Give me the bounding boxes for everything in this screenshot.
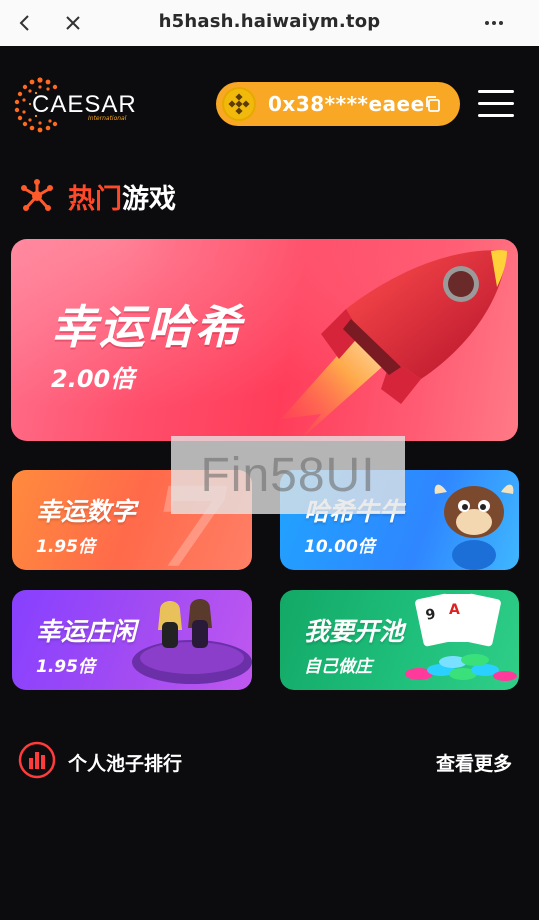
wallet-address-button[interactable]: 0x38****eaee	[216, 82, 460, 126]
bar-chart-icon	[18, 741, 56, 779]
game-multiplier: 1.95倍	[36, 657, 95, 677]
game-name: 我要开池	[304, 617, 405, 646]
hero-game-name: 幸运哈希	[51, 300, 243, 354]
url-text: h5hash.haiwaiym.top	[158, 11, 381, 32]
bnb-coin-icon	[222, 87, 256, 121]
game-card-open-pool[interactable]: 9 A 我要开池 自己做庄	[280, 590, 519, 690]
menu-icon[interactable]	[478, 88, 514, 120]
game-multiplier: 10.00倍	[304, 537, 375, 557]
hot-games-title: 热门 游戏	[18, 176, 176, 216]
game-card-lucky-banker[interactable]: 幸运庄闲 1.95倍	[12, 590, 252, 690]
view-more-link[interactable]: 查看更多	[436, 749, 512, 776]
game-name: 幸运数字	[36, 497, 137, 526]
title-hot: 热门	[68, 183, 122, 215]
rocket-icon	[281, 250, 507, 439]
bull-mascot-icon	[434, 484, 514, 570]
more-options-icon[interactable]	[479, 8, 509, 38]
game-card-lucky-hash[interactable]: 幸运哈希 2.00倍	[11, 239, 518, 441]
molecule-icon	[21, 179, 53, 211]
watermark: Fin58UI	[171, 436, 405, 514]
logo-subtext: International	[88, 115, 127, 122]
copy-icon[interactable]	[424, 95, 442, 113]
pool-ranking-row: 个人池子排行 查看更多	[18, 741, 518, 779]
hero-game-multiplier: 2.00倍	[51, 365, 135, 393]
caesar-logo[interactable]: CAESAR International	[10, 74, 140, 134]
browser-bar: h5hash.haiwaiym.top	[0, 0, 539, 46]
ranking-label: 个人池子排行	[68, 753, 183, 775]
app-header: CAESAR International 0x38****eaee	[0, 46, 539, 156]
game-subtitle: 自己做庄	[304, 657, 372, 677]
wallet-address-text: 0x38****eaee	[268, 92, 425, 116]
watermark-text: Fin58UI	[200, 448, 376, 502]
game-name: 幸运庄闲	[36, 617, 137, 646]
svg-text:A: A	[449, 602, 460, 618]
dealer-table-icon	[132, 599, 252, 684]
game-multiplier: 1.95倍	[36, 537, 95, 557]
title-games: 游戏	[122, 183, 176, 215]
